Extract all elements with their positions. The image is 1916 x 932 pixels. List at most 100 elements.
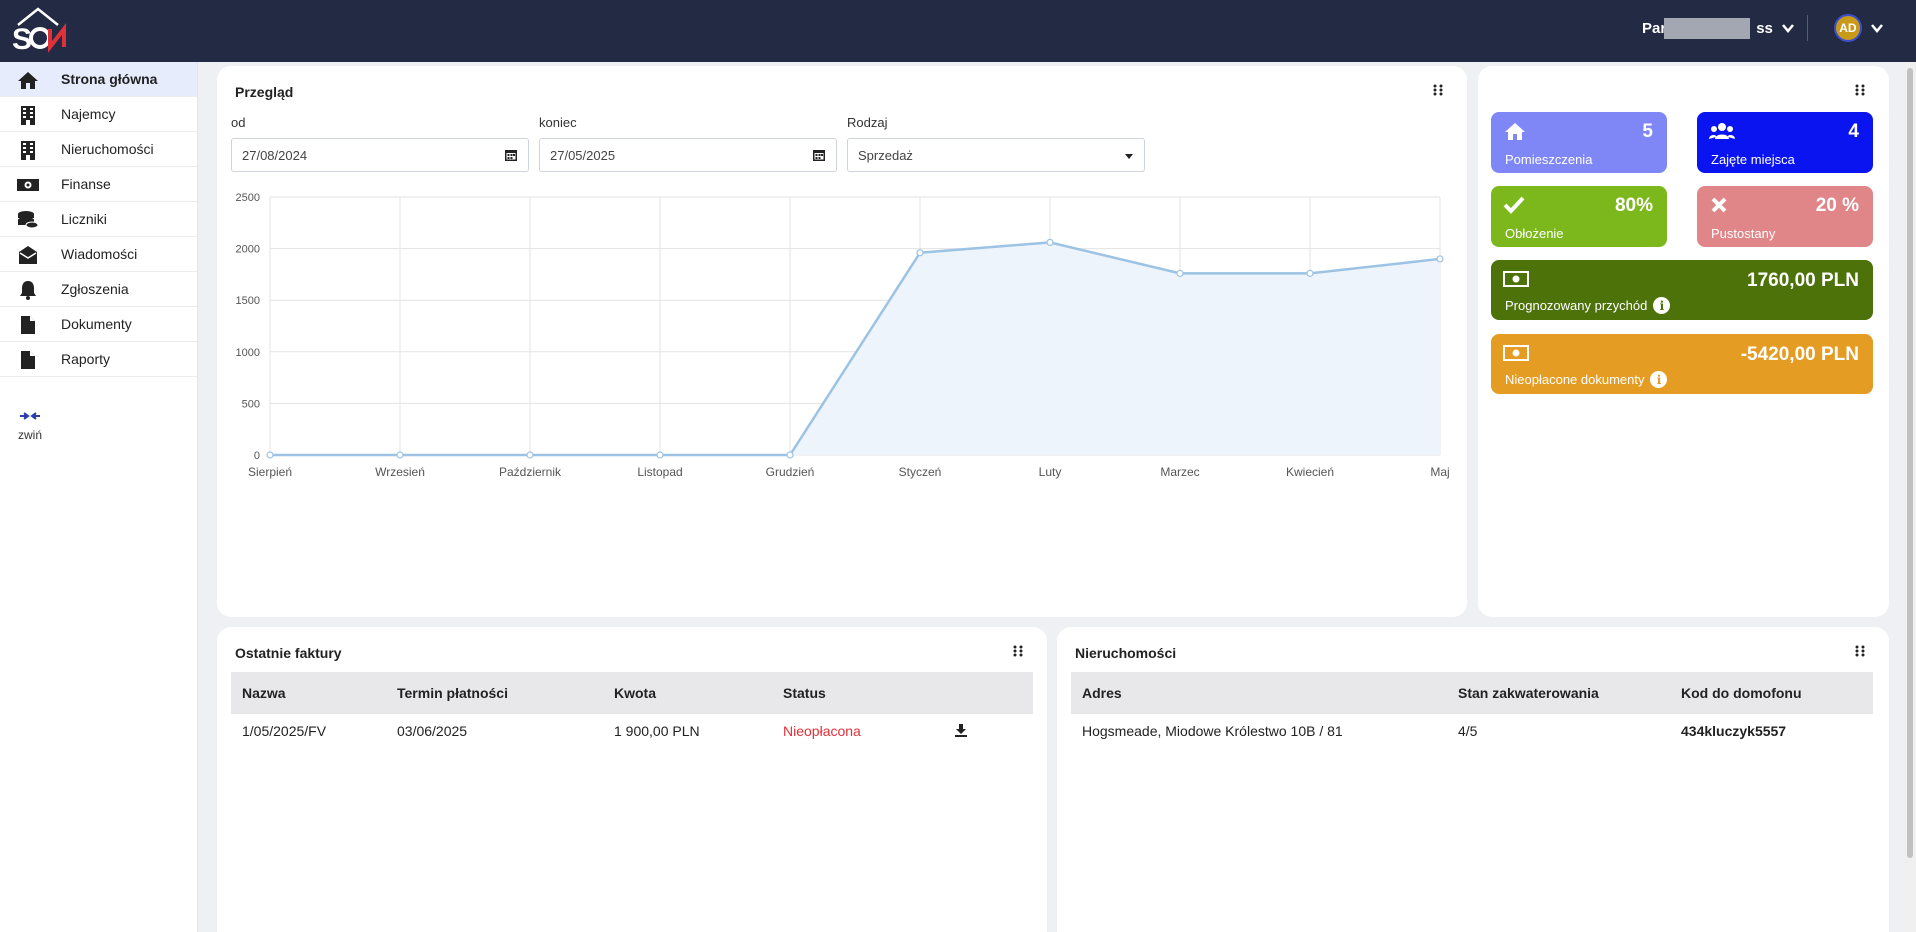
from-label: od [231,115,246,130]
building-icon [16,139,40,161]
vacancy-stat[interactable]: 20 % Pustostany [1697,186,1873,247]
type-select-value: Sprzedaż [858,147,913,163]
data-point [266,451,274,459]
date-to-input[interactable]: 27/05/2025 [539,138,837,172]
svg-text:S: S [12,23,32,55]
occupancy-stat[interactable]: 80% Obłożenie [1491,186,1667,247]
file-icon [16,314,40,336]
app-logo[interactable]: S [10,5,66,55]
column-header[interactable]: Status [783,672,948,714]
invoice-amount: 1 900,00 PLN [614,723,700,739]
sidebar-item-label: Najemcy [61,106,116,122]
page-scrollbar[interactable] [1904,62,1916,932]
invoice-name[interactable]: 1/05/2025/FV [231,714,397,748]
scrollbar-thumb[interactable] [1907,68,1913,858]
intercom-code: 434kluczyk5557 [1681,723,1787,739]
info-icon[interactable]: i [1653,297,1671,314]
rooms-value: 5 [1642,121,1653,142]
occupancy-value: 80% [1614,195,1653,216]
bell-icon [16,279,40,301]
x-tick-label: Listopad [637,465,682,479]
x-tick-label: Kwiecień [1286,465,1334,479]
date-from-input[interactable]: 27/08/2024 [231,138,529,172]
sidebar-item-documents[interactable]: Dokumenty [0,307,197,342]
column-header[interactable]: Kwota [614,672,783,714]
column-header[interactable]: Kod do domofonu [1681,672,1873,714]
column-header[interactable]: Termin płatności [397,672,614,714]
sidebar-item-meters[interactable]: Liczniki [0,202,197,237]
avatar[interactable]: AD [1833,14,1862,42]
column-header[interactable]: Nazwa [231,672,397,714]
column-header-actions [948,672,1033,714]
file-icon [16,349,40,371]
occupancy-label: Obłożenie [1505,226,1564,241]
table-header-row: Adres Stan zakwaterowania Kod do domofon… [1071,672,1873,714]
info-icon[interactable]: i [1650,371,1668,388]
property-address[interactable]: Hogsmeade, Miodowe Królestwo 10B / 81 [1071,714,1458,748]
column-header[interactable]: Adres [1071,672,1458,714]
x-tick-label: Styczeń [899,465,942,479]
sidebar-item-tenants[interactable]: Najemcy [0,97,197,132]
unpaid-documents-stat[interactable]: -5420,00 PLN Nieopłacone dokumenty i [1491,334,1873,394]
date-from-value: 27/08/2024 [242,147,308,163]
collapse-sidebar-button[interactable]: zwiń [10,408,50,442]
user-menu[interactable]: Par ss AD [1642,0,1884,56]
data-point [1436,255,1444,263]
forecast-label: Prognozowany przychód [1505,298,1648,313]
caret-down-icon [1125,154,1133,159]
table-header-row: Nazwa Termin płatności Kwota Status [231,672,1033,714]
data-point [526,451,534,459]
sidebar-item-properties[interactable]: Nieruchomości [0,132,197,167]
card-title: Przegląd [235,84,294,100]
calendar-icon[interactable] [812,148,826,162]
to-label: koniec [539,115,577,130]
x-tick-label: Marzec [1160,465,1199,479]
collapse-label: zwiń [17,428,42,442]
sidebar-item-reports-issues[interactable]: Zgłoszenia [0,272,197,307]
sidebar-item-label: Nieruchomości [61,141,154,157]
y-tick-label: 2000 [236,244,260,256]
overview-chart: 0 500 1000 1500 2000 2500 Sierpień Wrzesień Paźd… [236,192,1450,479]
sidebar: Strona główna Najemcy Nieruchomości Fina… [0,62,198,932]
data-point [786,451,794,459]
drag-handle-icon[interactable] [1855,645,1865,657]
calendar-icon[interactable] [504,148,518,162]
x-tick-label: Wrzesień [375,465,425,479]
sidebar-item-messages[interactable]: Wiadomości [0,237,197,272]
sidebar-item-finance[interactable]: Finanse [0,167,197,202]
column-header[interactable]: Stan zakwaterowania [1458,672,1681,714]
rooms-stat[interactable]: 5 Pomieszczenia [1491,112,1667,173]
sidebar-item-reports[interactable]: Raporty [0,342,197,377]
sidebar-item-home[interactable]: Strona główna [0,62,197,97]
users-icon [1709,123,1735,139]
type-label: Rodzaj [847,115,888,130]
table-row[interactable]: 1/05/2025/FV 03/06/2025 1 900,00 PLN Nie… [231,714,1033,748]
vacancy-value: 20 % [1815,195,1859,216]
data-point [1046,238,1054,247]
type-select[interactable]: Sprzedaż [847,138,1145,172]
sidebar-item-label: Raporty [61,351,111,367]
stats-card: 5 Pomieszczenia 4 Zajęte miejsca 80% Obł… [1478,66,1889,617]
sidebar-item-label: Liczniki [61,211,107,227]
properties-table: Adres Stan zakwaterowania Kod do domofon… [1071,672,1873,748]
forecast-income-stat[interactable]: 1760,00 PLN Prognozowany przychód i [1491,260,1873,320]
invoice-status: Nieopłacona [783,723,861,739]
check-icon [1503,196,1525,214]
sidebar-item-label: Finanse [61,176,111,192]
table-row[interactable]: Hogsmeade, Miodowe Królestwo 10B / 81 4/… [1071,714,1873,748]
envelope-open-icon [16,244,40,266]
occupied-label: Zajęte miejsca [1711,152,1795,167]
top-bar: S Par ss AD [0,0,1916,62]
drag-handle-icon[interactable] [1013,645,1023,657]
sidebar-item-label: Dokumenty [61,316,132,332]
building-icon [16,104,40,126]
redacted-block [1664,17,1750,39]
download-icon[interactable] [954,723,968,737]
drag-handle-icon[interactable] [1855,84,1865,96]
occupied-stat[interactable]: 4 Zajęte miejsca [1697,112,1873,173]
drag-handle-icon[interactable] [1433,84,1443,96]
data-point [1306,269,1314,277]
chevron-down-icon[interactable] [1781,21,1795,35]
chevron-down-icon[interactable] [1870,21,1884,35]
user-name[interactable]: Par ss [1642,17,1773,39]
